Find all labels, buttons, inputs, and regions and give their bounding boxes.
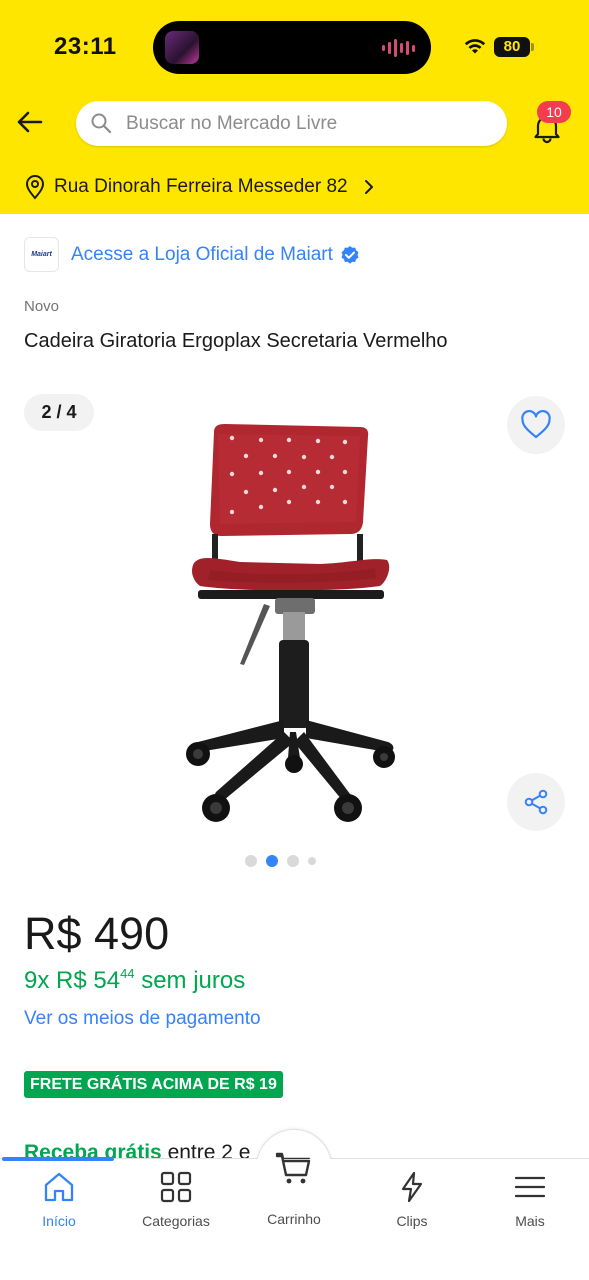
dynamic-island[interactable] [153, 21, 431, 74]
installments-suffix: sem juros [134, 967, 246, 994]
verified-badge-icon [341, 245, 359, 264]
search-input[interactable] [126, 101, 496, 146]
pagination-dot-active[interactable] [266, 855, 278, 867]
audio-wave-icon [382, 38, 415, 58]
nav-item-categories[interactable]: Categorias [117, 1170, 235, 1240]
chevron-right-icon [364, 180, 373, 194]
menu-icon [514, 1176, 546, 1198]
battery-indicator: 80 [494, 37, 530, 57]
status-bar: 23:11 80 [0, 0, 589, 92]
location-address: Rua Dinorah Ferreira Messeder 82 [54, 176, 348, 197]
battery-tip [531, 43, 534, 51]
pagination-dot[interactable] [308, 857, 316, 865]
nav-label-clips: Clips [396, 1213, 428, 1229]
installments-amount: 9x R$ 54 [24, 967, 121, 994]
official-store-link[interactable]: Acesse a Loja Oficial de Maiart [71, 244, 333, 266]
top-header: 23:11 80 10 [0, 0, 589, 214]
product-title: Cadeira Giratoria Ergoplax Secretaria Ve… [24, 330, 448, 352]
lightning-icon [401, 1171, 423, 1203]
free-shipping-badge: FRETE GRÁTIS ACIMA DE R$ 19 [24, 1071, 283, 1098]
product-price: R$ 490 [24, 908, 170, 959]
nav-item-more[interactable]: Mais [471, 1170, 589, 1240]
installments-info: 9x R$ 5444 sem juros [24, 966, 245, 995]
back-arrow-icon[interactable] [14, 106, 46, 138]
installments-cents: 44 [120, 966, 135, 981]
payment-methods-link[interactable]: Ver os meios de pagamento [24, 1008, 261, 1030]
home-icon [44, 1172, 74, 1202]
nav-item-clips[interactable]: Clips [353, 1170, 471, 1240]
nav-label-cart[interactable]: Carrinho [234, 1211, 354, 1227]
image-pagination [245, 855, 316, 867]
wifi-icon [464, 39, 486, 54]
share-icon [524, 789, 548, 815]
pagination-dot[interactable] [245, 855, 257, 867]
nav-item-home[interactable]: Início [0, 1170, 118, 1240]
grid-icon [160, 1171, 192, 1203]
active-tab-indicator [2, 1157, 114, 1161]
nav-label-categories: Categorias [142, 1213, 210, 1229]
status-time: 23:11 [54, 33, 117, 60]
nav-label-more: Mais [515, 1213, 545, 1229]
notifications-badge: 10 [537, 101, 571, 123]
official-store[interactable]: Maiart Acesse a Loja Oficial de Maiart [24, 237, 360, 272]
heart-icon [521, 410, 551, 439]
nav-label-home: Início [42, 1213, 76, 1229]
delivery-location[interactable]: Rua Dinorah Ferreira Messeder 82 [24, 171, 376, 203]
cart-icon[interactable] [274, 1149, 314, 1189]
product-image[interactable] [180, 420, 410, 830]
search-bar[interactable] [76, 101, 507, 146]
product-condition: Novo [24, 298, 60, 315]
favorite-button[interactable] [507, 396, 565, 454]
share-button[interactable] [507, 773, 565, 831]
image-counter: 2 / 4 [24, 394, 94, 431]
store-logo: Maiart [24, 237, 59, 272]
battery-level: 80 [503, 38, 521, 55]
now-playing-thumbnail [165, 31, 199, 64]
search-icon [91, 113, 112, 134]
location-pin-icon [25, 175, 45, 200]
pagination-dot[interactable] [287, 855, 299, 867]
